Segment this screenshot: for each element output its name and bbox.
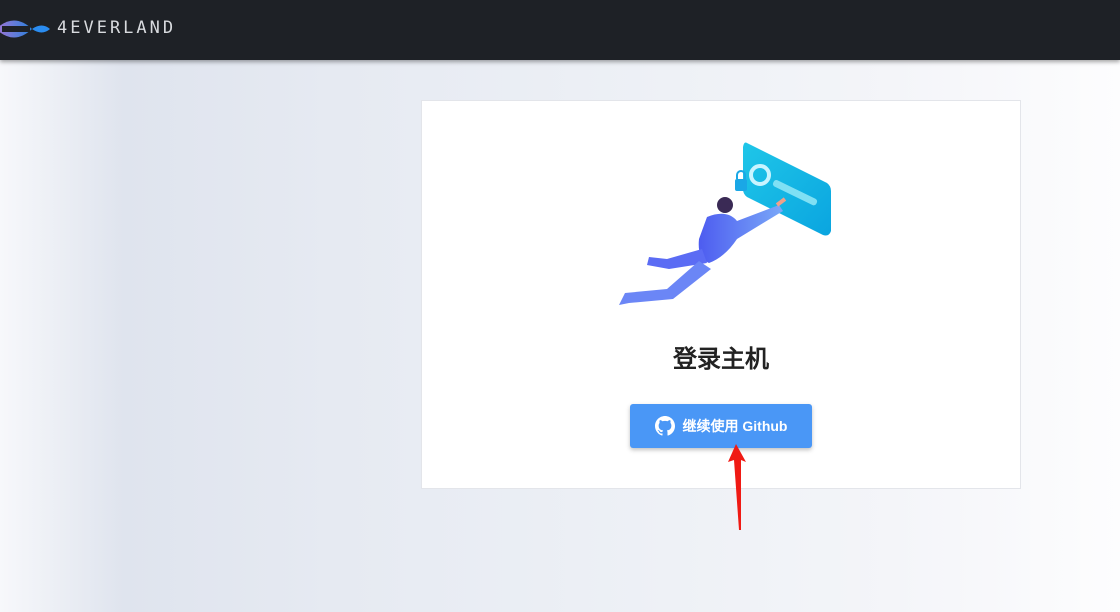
brand-name[interactable]: 4EVERLAND	[57, 18, 176, 38]
github-icon	[654, 416, 675, 436]
github-login-label: 继续使用 Github	[682, 418, 788, 434]
login-card: 登录主机 继续使用 Github	[421, 100, 1021, 489]
login-illustration	[619, 142, 831, 305]
red-arrow-annotation	[728, 444, 746, 530]
github-login-button[interactable]: 继续使用 Github	[630, 404, 812, 448]
page-title: 登录主机	[673, 346, 769, 373]
logo-icon[interactable]	[0, 14, 54, 44]
top-bar: 4EVERLAND	[0, 0, 1120, 60]
